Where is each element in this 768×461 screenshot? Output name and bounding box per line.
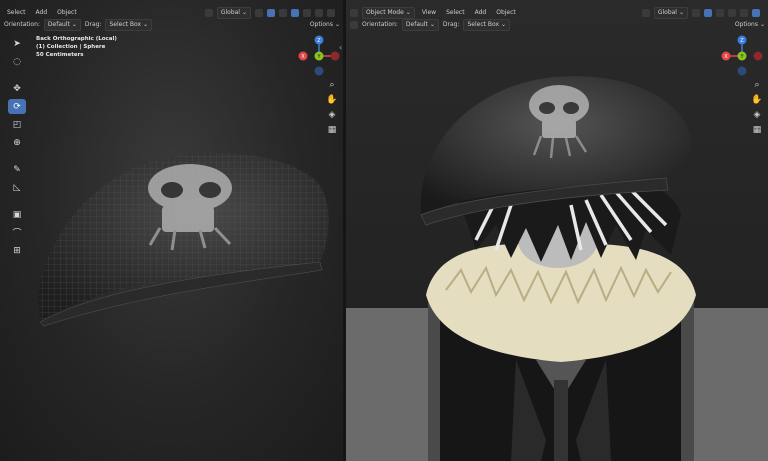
beret-mesh-render [38, 153, 329, 327]
pivot-icon[interactable] [641, 8, 650, 17]
scale-text: 50 Centimeters [36, 52, 84, 58]
camera-icon[interactable]: ◈ [751, 109, 763, 121]
collection-text: (1) Collection | Sphere [36, 44, 106, 50]
menu-object[interactable]: Object [493, 8, 519, 18]
menu-add[interactable]: Add [472, 8, 490, 18]
collapse-arrow-icon[interactable]: ‹ [339, 43, 342, 52]
menu-object[interactable]: Object [54, 8, 80, 18]
drag-label: Drag: [84, 21, 102, 28]
shading-material-icon[interactable] [315, 8, 323, 17]
xray-icon[interactable] [291, 8, 299, 17]
transform-space-dropdown[interactable]: Global ⌄ [653, 6, 688, 19]
svg-text:Z: Z [740, 38, 744, 44]
proportional-edit-icon[interactable] [704, 8, 712, 17]
svg-text:X: X [301, 54, 305, 60]
right-tool-settings-bar: Orientation: Default ⌄ Drag: Select Box ⌄ … [346, 18, 768, 31]
grid-icon[interactable]: ▦ [326, 124, 338, 136]
snap-icon[interactable] [692, 8, 700, 17]
drag-dropdown[interactable]: Select Box ⌄ [105, 18, 153, 31]
shrink-icon[interactable]: ⊞ [8, 243, 26, 258]
spin-icon[interactable]: ⌒ [8, 225, 26, 240]
pan-hand-icon[interactable]: ✋ [751, 94, 763, 106]
pivot-icon[interactable] [204, 8, 213, 17]
drag-label: Drag: [442, 21, 460, 28]
options-dropdown[interactable]: Options ⌄ [732, 20, 768, 30]
menu-view[interactable]: View [419, 8, 439, 18]
neg-z-axis-icon [314, 66, 324, 76]
zoom-icon[interactable]: ⌕ [326, 79, 338, 91]
pan-hand-icon[interactable]: ✋ [326, 94, 338, 106]
proportional-edit-icon[interactable] [267, 8, 275, 17]
neg-z-axis-icon [737, 66, 747, 76]
overlay-icon[interactable] [279, 8, 287, 17]
right-viewport[interactable]: Object Mode ⌄ View Select Add Object Glob… [346, 0, 768, 461]
tool-settings-icon[interactable] [350, 20, 358, 29]
navigation-gizmo[interactable]: Z X Y [297, 34, 341, 78]
orientation-label: Orientation: [4, 21, 40, 28]
transform-space-dropdown[interactable]: Global ⌄ [216, 6, 251, 19]
drag-dropdown[interactable]: Select Box ⌄ [463, 18, 511, 31]
options-dropdown[interactable]: Options ⌄ [307, 20, 343, 30]
select-circle-icon[interactable]: ◌ [8, 54, 26, 69]
view-name-text: Back Orthographic (Local) [36, 36, 117, 42]
left-header-menu-bar: Select Add Object Global ⌄ [0, 6, 343, 19]
overlay-icon[interactable] [716, 8, 724, 17]
shading-solid-icon[interactable] [303, 8, 311, 17]
grid-icon[interactable]: ▦ [751, 124, 763, 136]
shading-rendered-icon[interactable] [327, 8, 335, 17]
shading-solid-icon[interactable] [728, 8, 736, 17]
move-icon[interactable]: ✥ [8, 81, 26, 96]
left-nav-buttons: ⌕ ✋ ◈ ▦ [326, 79, 338, 136]
transform-icon[interactable]: ⊕ [8, 135, 26, 150]
neg-x-axis-icon [753, 51, 763, 61]
svg-text:Z: Z [317, 38, 321, 44]
navigation-gizmo[interactable]: Z X Y [720, 34, 764, 78]
camera-icon[interactable]: ◈ [326, 109, 338, 121]
right-nav-buttons: ⌕ ✋ ◈ ▦ [751, 79, 763, 136]
svg-text:X: X [724, 54, 728, 60]
add-cube-icon[interactable]: ▣ [8, 207, 26, 222]
measure-icon[interactable]: ◺ [8, 180, 26, 195]
orientation-dropdown[interactable]: Default ⌄ [43, 18, 81, 31]
left-viewport[interactable]: Select Add Object Global ⌄ Orientation: D… [0, 0, 343, 461]
left-tool-settings-bar: Orientation: Default ⌄ Drag: Select Box ⌄ … [0, 18, 343, 31]
zoom-icon[interactable]: ⌕ [751, 79, 763, 91]
viewport-info-overlay: Back Orthographic (Local) (1) Collection… [36, 35, 117, 59]
character-render [346, 76, 768, 461]
annotate-icon[interactable]: ✎ [8, 162, 26, 177]
rotate-icon[interactable]: ⟳ [8, 99, 26, 114]
neg-x-axis-icon [330, 51, 340, 61]
menu-select[interactable]: Select [4, 8, 29, 18]
snap-icon[interactable] [255, 8, 263, 17]
orientation-dropdown[interactable]: Default ⌄ [401, 18, 439, 31]
scale-icon[interactable]: ◰ [8, 117, 26, 132]
shading-material-icon[interactable] [740, 8, 748, 17]
menu-add[interactable]: Add [33, 8, 51, 18]
editor-type-icon[interactable] [350, 8, 358, 17]
menu-select[interactable]: Select [443, 8, 468, 18]
right-header-menu-bar: Object Mode ⌄ View Select Add Object Glob… [346, 6, 768, 19]
orientation-label: Orientation: [362, 21, 398, 28]
left-toolbar: ➤ ◌ ✥ ⟳ ◰ ⊕ ✎ ◺ ▣ ⌒ ⊞ [8, 36, 28, 258]
tweak-icon[interactable]: ➤ [8, 36, 26, 51]
mode-dropdown[interactable]: Object Mode ⌄ [362, 6, 415, 19]
shading-rendered-icon[interactable] [752, 8, 760, 17]
